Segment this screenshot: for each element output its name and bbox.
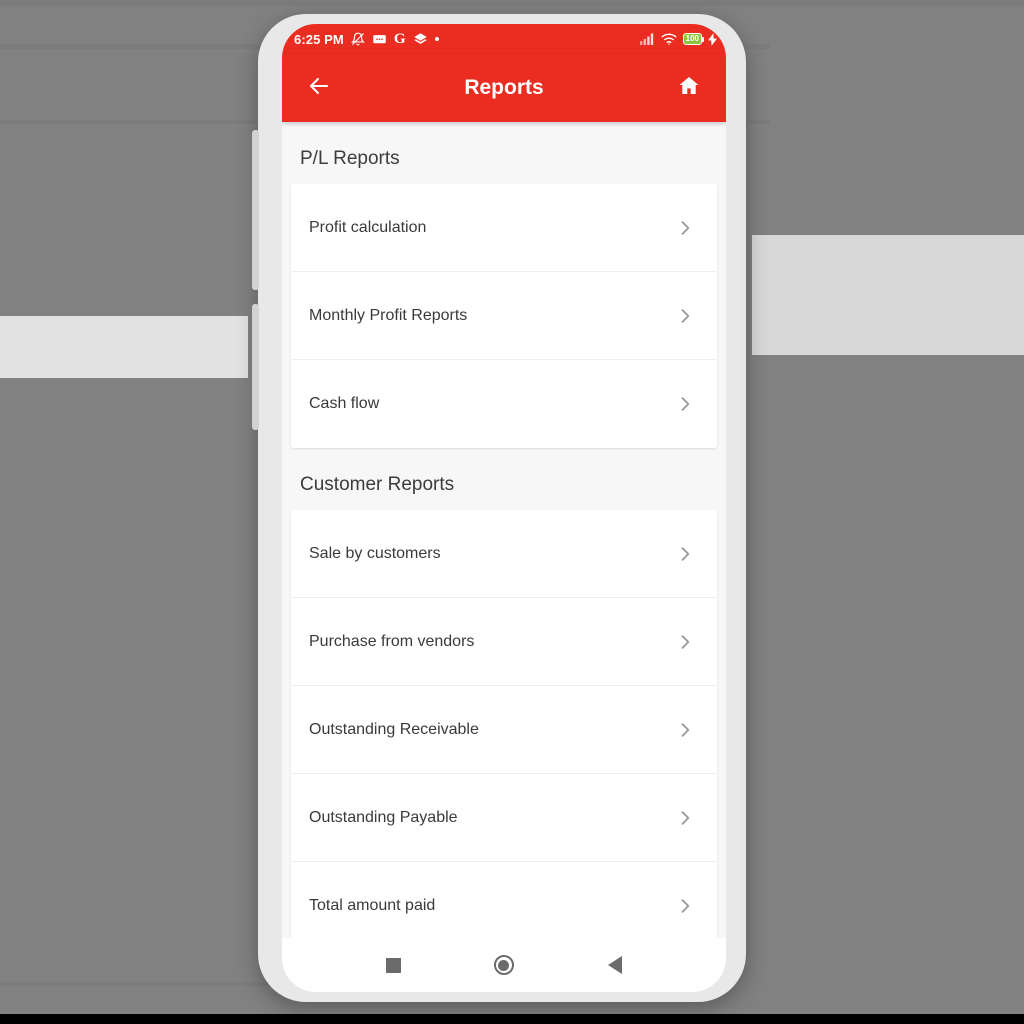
list-item[interactable]: Profit calculation bbox=[291, 184, 717, 272]
chevron-right-icon bbox=[675, 394, 695, 414]
battery-icon: 100 bbox=[682, 33, 705, 45]
back-button[interactable] bbox=[302, 71, 336, 105]
wifi-icon bbox=[661, 33, 677, 45]
phone-screen: 6:25 PM G 100 Reports P/L Reports Profit… bbox=[282, 24, 726, 992]
recents-square-icon bbox=[385, 957, 401, 973]
page-title: Reports bbox=[464, 76, 544, 99]
home-nav-button[interactable] bbox=[483, 944, 525, 986]
status-bar: 6:25 PM G 100 bbox=[282, 24, 726, 54]
android-nav-bar bbox=[282, 938, 726, 992]
google-g-icon: G bbox=[393, 30, 406, 47]
home-button[interactable] bbox=[672, 71, 706, 105]
background-bottom-bar bbox=[0, 1014, 1024, 1024]
status-clock: 6:25 PM bbox=[294, 31, 344, 47]
chevron-right-icon bbox=[675, 720, 695, 740]
back-nav-button[interactable] bbox=[594, 944, 636, 986]
chevron-right-icon bbox=[675, 896, 695, 916]
status-bar-left: 6:25 PM G bbox=[294, 30, 439, 47]
list-item[interactable]: Outstanding Receivable bbox=[291, 686, 717, 774]
list-item[interactable]: Outstanding Payable bbox=[291, 774, 717, 862]
home-icon bbox=[677, 74, 701, 103]
list-item-label: Sale by customers bbox=[309, 544, 441, 562]
section-header-customer-reports: Customer Reports bbox=[300, 474, 455, 495]
list-item[interactable]: Purchase from vendors bbox=[291, 598, 717, 686]
layers-icon bbox=[413, 32, 428, 47]
home-circle-icon bbox=[493, 955, 514, 975]
list-item-label: Purchase from vendors bbox=[309, 632, 475, 650]
message-icon bbox=[372, 32, 387, 47]
list-item-label: Outstanding Payable bbox=[309, 808, 458, 826]
app-bar: Reports bbox=[282, 54, 726, 122]
bell-muted-icon bbox=[350, 32, 365, 46]
chevron-right-icon bbox=[675, 544, 695, 564]
list-item-label: Monthly Profit Reports bbox=[309, 306, 468, 324]
list-item-label: Profit calculation bbox=[309, 218, 427, 236]
phone-frame: 6:25 PM G 100 Reports P/L Reports Profit… bbox=[252, 14, 746, 1002]
list-item[interactable]: Cash flow bbox=[291, 360, 717, 448]
chevron-right-icon bbox=[675, 808, 695, 828]
chevron-right-icon bbox=[675, 632, 695, 652]
reports-list: P/L Reports Profit calculation Monthly P… bbox=[282, 122, 726, 938]
battery-level-label: 100 bbox=[685, 34, 699, 43]
list-item-label: Outstanding Receivable bbox=[309, 720, 479, 738]
recents-button[interactable] bbox=[372, 944, 414, 986]
back-triangle-icon bbox=[607, 956, 622, 974]
list-item[interactable]: Sale by customers bbox=[291, 510, 717, 598]
volume-button[interactable] bbox=[252, 130, 259, 290]
power-button[interactable] bbox=[252, 304, 259, 430]
back-arrow-icon bbox=[307, 74, 331, 103]
chevron-right-icon bbox=[675, 306, 695, 326]
charging-bolt-icon bbox=[708, 32, 717, 46]
status-bar-right: 100 bbox=[639, 32, 717, 46]
list-item-label: Total amount paid bbox=[309, 897, 436, 914]
section-header-pl-reports: P/L Reports bbox=[300, 148, 400, 169]
signal-bars-icon bbox=[639, 33, 655, 45]
screenshot-canvas: 6:25 PM G 100 Reports P/L Reports Profit… bbox=[0, 0, 1024, 1024]
background-band-top bbox=[0, 0, 1024, 6]
card-customer-reports: Sale by customers Purchase from vendors … bbox=[291, 510, 717, 938]
background-block-left bbox=[0, 316, 248, 378]
list-item[interactable]: Total amount paid bbox=[291, 862, 717, 938]
list-item[interactable]: Monthly Profit Reports bbox=[291, 272, 717, 360]
background-block-right bbox=[752, 235, 1024, 355]
card-pl-reports: Profit calculation Monthly Profit Report… bbox=[291, 184, 717, 448]
dot-icon bbox=[434, 37, 439, 41]
list-item-label: Cash flow bbox=[309, 395, 380, 412]
chevron-right-icon bbox=[675, 218, 695, 238]
